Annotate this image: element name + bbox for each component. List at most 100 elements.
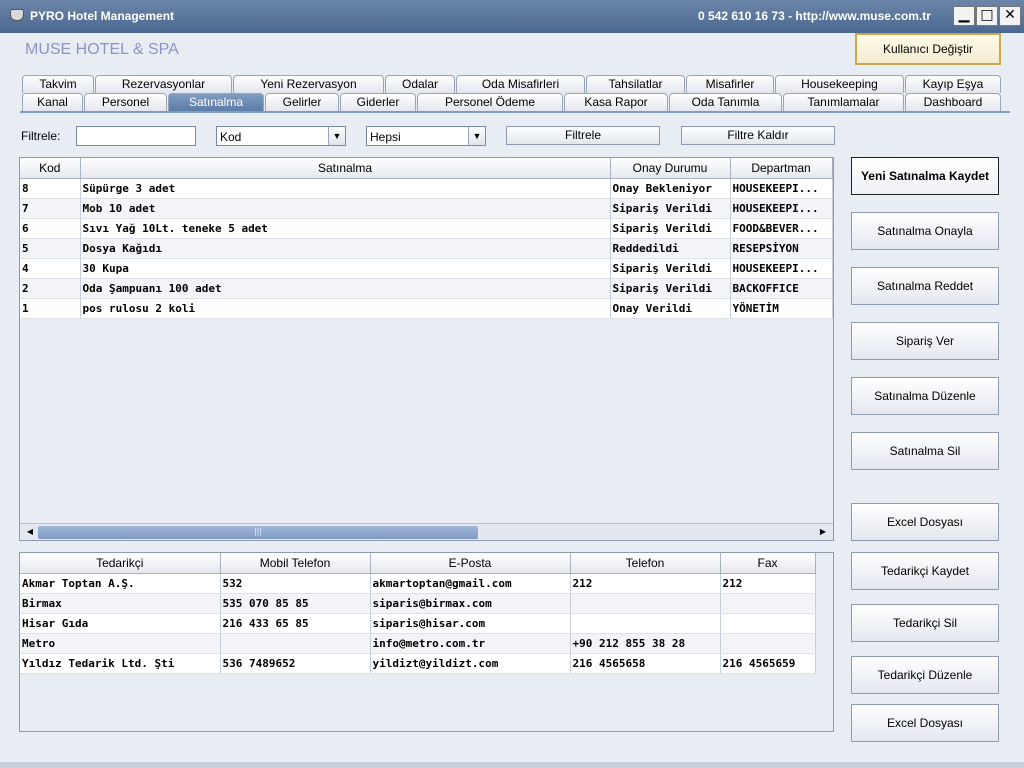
table-row[interactable]: Hisar Gıda 216 433 65 85 siparis@hisar.com (20, 613, 816, 634)
filter-status-value: Hepsi (370, 130, 401, 144)
chevron-down-icon[interactable]: ▼ (468, 127, 485, 145)
tab-dashboard[interactable]: Dashboard (905, 93, 1001, 111)
new-purchase-button[interactable]: Yeni Satınalma Kaydet (851, 157, 999, 195)
tab-kanal[interactable]: Kanal (22, 93, 83, 111)
table-row[interactable]: 1 pos rulosu 2 koli Onay Verildi YÖNETİM (20, 298, 833, 319)
approve-purchase-button[interactable]: Satınalma Onayla (851, 212, 999, 250)
cell (570, 613, 721, 634)
tab-tahsilatlar[interactable]: Tahsilatlar (586, 75, 685, 93)
col-fax[interactable]: Fax (720, 553, 816, 574)
col-mobil-telefon[interactable]: Mobil Telefon (220, 553, 371, 574)
col-telefon[interactable]: Telefon (570, 553, 721, 574)
col-departman[interactable]: Departman (730, 158, 833, 179)
cell: HOUSEKEEPI... (730, 198, 833, 219)
table-row[interactable]: Akmar Toptan A.Ş. 532 akmartoptan@gmail.co… (20, 573, 816, 594)
tab-giderler[interactable]: Giderler (340, 93, 416, 111)
tab-oda-misafirleri[interactable]: Oda Misafirleri (456, 75, 585, 93)
hotel-name: MUSE HOTEL & SPA (25, 41, 179, 58)
cell: YÖNETİM (730, 298, 833, 319)
cell: 5 (20, 238, 81, 259)
col-onay-durumu[interactable]: Onay Durumu (610, 158, 731, 179)
tab-oda-tanimla[interactable]: Oda Tanımla (669, 93, 782, 111)
tab-takvim[interactable]: Takvim (22, 75, 94, 93)
col-kod[interactable]: Kod (20, 158, 81, 179)
tab-rezervasyonlar[interactable]: Rezervasyonlar (95, 75, 232, 93)
cell: siparis@birmax.com (370, 593, 571, 614)
table-row[interactable]: 7 Mob 10 adet Sipariş Verildi HOUSEKEEPI... (20, 198, 833, 219)
cell: 216 4565659 (720, 653, 816, 674)
tab-odalar[interactable]: Odalar (385, 75, 455, 93)
filter-field-value: Kod (220, 130, 242, 144)
place-order-button[interactable]: Sipariş Ver (851, 322, 999, 360)
purchases-panel: Kod Satınalma Onay Durumu Departman 8 Süp… (19, 157, 834, 541)
window-title: PYRO Hotel Management (30, 9, 175, 23)
cell: 7 (20, 198, 81, 219)
horizontal-scrollbar[interactable]: ◀ ||| ▶ (20, 523, 833, 540)
cell: Sipariş Verildi (610, 278, 731, 299)
cell (220, 633, 371, 654)
cell (720, 633, 816, 654)
cell: 216 433 65 85 (220, 613, 371, 634)
tab-tanimlamalar[interactable]: Tanımlamalar (783, 93, 904, 111)
cell (720, 593, 816, 614)
close-icon[interactable]: ✕ (999, 6, 1021, 26)
cell: yildizt@yildizt.com (370, 653, 571, 674)
tab-yeni-rezervasyon[interactable]: Yeni Rezervasyon (233, 75, 384, 93)
cell: info@metro.com.tr (370, 633, 571, 654)
filter-status-combo[interactable]: Hepsi ▼ (366, 126, 486, 146)
cell: Sıvı Yağ 10Lt. teneke 5 adet (80, 218, 611, 239)
tab-gelirler[interactable]: Gelirler (265, 93, 339, 111)
cell: HOUSEKEEPI... (730, 258, 833, 279)
col-satinalma[interactable]: Satınalma (80, 158, 611, 179)
maximize-icon[interactable]: □ (976, 6, 998, 26)
filter-input[interactable] (76, 126, 196, 146)
tab-kasa-rapor[interactable]: Kasa Rapor (564, 93, 668, 111)
tab-satinalma[interactable]: Satınalma (168, 93, 264, 111)
filter-clear-button[interactable]: Filtre Kaldır (681, 126, 835, 145)
save-supplier-button[interactable]: Tedarikçi Kaydet (851, 552, 999, 590)
table-row[interactable]: 8 Süpürge 3 adet Onay Bekleniyor HOUSEKEEPI… (20, 178, 833, 199)
scroll-left-icon[interactable]: ◀ (22, 525, 38, 539)
tab-housekeeping[interactable]: Housekeeping (775, 75, 904, 93)
edit-purchase-button[interactable]: Satınalma Düzenle (851, 377, 999, 415)
delete-purchase-button[interactable]: Satınalma Sil (851, 432, 999, 470)
filter-apply-button[interactable]: Filtrele (506, 126, 660, 145)
edit-supplier-button[interactable]: Tedarikçi Düzenle (851, 656, 999, 694)
table-row[interactable]: Metro info@metro.com.tr +90 212 855 38 28 (20, 633, 816, 654)
table-row[interactable]: 6 Sıvı Yağ 10Lt. teneke 5 adet Sipariş Ver… (20, 218, 833, 239)
app-icon (10, 9, 24, 21)
excel-export-suppliers-button[interactable]: Excel Dosyası (851, 704, 999, 742)
cell: 535 070 85 85 (220, 593, 371, 614)
purchases-header: Kod Satınalma Onay Durumu Departman (20, 158, 833, 179)
cell: 2 (20, 278, 81, 299)
reject-purchase-button[interactable]: Satınalma Reddet (851, 267, 999, 305)
cell: Sipariş Verildi (610, 258, 731, 279)
scrollbar-thumb[interactable]: ||| (38, 526, 478, 539)
tab-personel-odeme[interactable]: Personel Ödeme (417, 93, 563, 111)
cell: Mob 10 adet (80, 198, 611, 219)
excel-export-purchases-button[interactable]: Excel Dosyası (851, 503, 999, 541)
scroll-right-icon[interactable]: ▶ (815, 525, 831, 539)
cell: Sipariş Verildi (610, 198, 731, 219)
table-row[interactable]: Birmax 535 070 85 85 siparis@birmax.com (20, 593, 816, 614)
tab-kayip-esya[interactable]: Kayıp Eşya (905, 75, 1001, 93)
table-row[interactable]: 4 30 Kupa Sipariş Verildi HOUSEKEEPI... (20, 258, 833, 279)
delete-supplier-button[interactable]: Tedarikçi Sil (851, 604, 999, 642)
tab-personel[interactable]: Personel (84, 93, 167, 111)
suppliers-panel: Tedarikçi Mobil Telefon E-Posta Telefon … (19, 552, 834, 732)
tab-misafirler[interactable]: Misafirler (686, 75, 774, 93)
table-row[interactable]: 2 Oda Şampuanı 100 adet Sipariş Verildi BAC… (20, 278, 833, 299)
switch-user-button[interactable]: Kullanıcı Değiştir (855, 33, 1001, 65)
cell: 30 Kupa (80, 258, 611, 279)
col-tedarikci[interactable]: Tedarikçi (20, 553, 221, 574)
table-row[interactable]: 5 Dosya Kağıdı Reddedildi RESEPSİYON (20, 238, 833, 259)
minimize-icon[interactable]: ▁ (953, 6, 975, 26)
filter-field-combo[interactable]: Kod ▼ (216, 126, 346, 146)
table-row[interactable]: Yıldız Tedarik Ltd. Şti 536 7489652 yildiz… (20, 653, 816, 674)
cell: Hisar Gıda (20, 613, 221, 634)
suppliers-header: Tedarikçi Mobil Telefon E-Posta Telefon … (20, 553, 816, 574)
col-e-posta[interactable]: E-Posta (370, 553, 571, 574)
cell: FOOD&BEVER... (730, 218, 833, 239)
chevron-down-icon[interactable]: ▼ (328, 127, 345, 145)
cell: akmartoptan@gmail.com (370, 573, 571, 594)
